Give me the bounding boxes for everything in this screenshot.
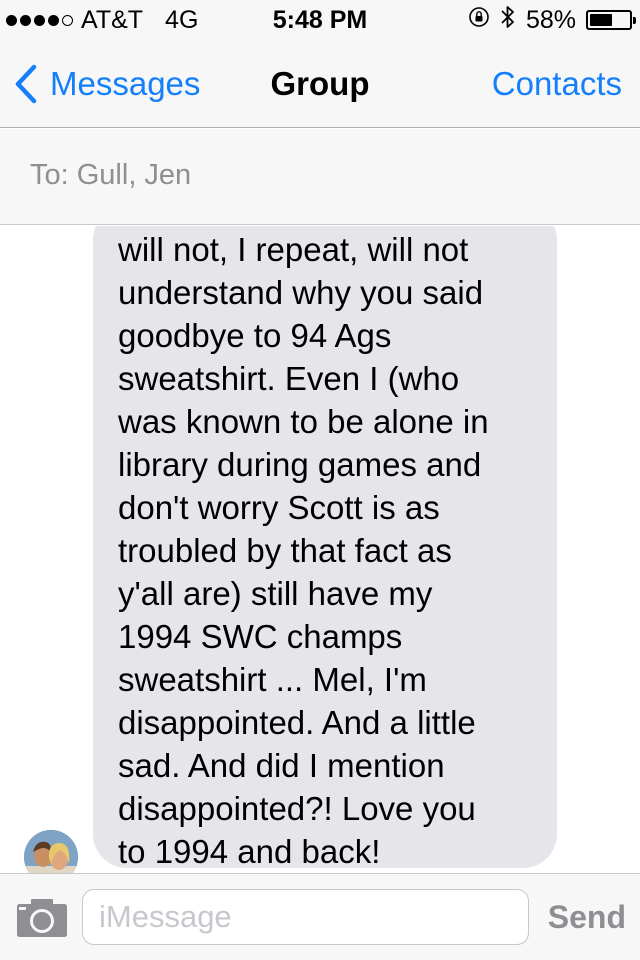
message-text: will not, I repeat, will not understand … (118, 231, 489, 870)
incoming-message-bubble[interactable]: will not, I repeat, will not understand … (93, 226, 557, 870)
battery-percentage: 58% (525, 5, 576, 34)
contacts-button[interactable]: Contacts (492, 40, 622, 128)
back-button-label: Messages (50, 65, 201, 102)
navigation-bar: Messages Group Contacts (0, 40, 640, 128)
recipients-label: To: Gull, Jen (30, 159, 192, 191)
camera-icon (17, 899, 67, 937)
back-button[interactable]: Messages (14, 40, 200, 128)
camera-button[interactable] (16, 898, 68, 943)
chevron-left-icon (15, 64, 37, 104)
status-right: 58% (468, 0, 636, 40)
bluetooth-icon (500, 4, 516, 37)
recipients-field[interactable]: To: Gull, Jen (0, 129, 640, 225)
sender-avatar[interactable] (24, 830, 78, 873)
compose-bar: Send (0, 873, 640, 960)
send-button[interactable]: Send (548, 874, 626, 960)
battery-level (590, 14, 612, 26)
battery-icon (586, 10, 636, 30)
status-bar: AT&T 4G 5:48 PM 58% (0, 0, 640, 40)
message-input[interactable] (82, 889, 529, 945)
orientation-lock-icon (468, 6, 490, 35)
message-list[interactable]: will not, I repeat, will not understand … (0, 226, 640, 873)
